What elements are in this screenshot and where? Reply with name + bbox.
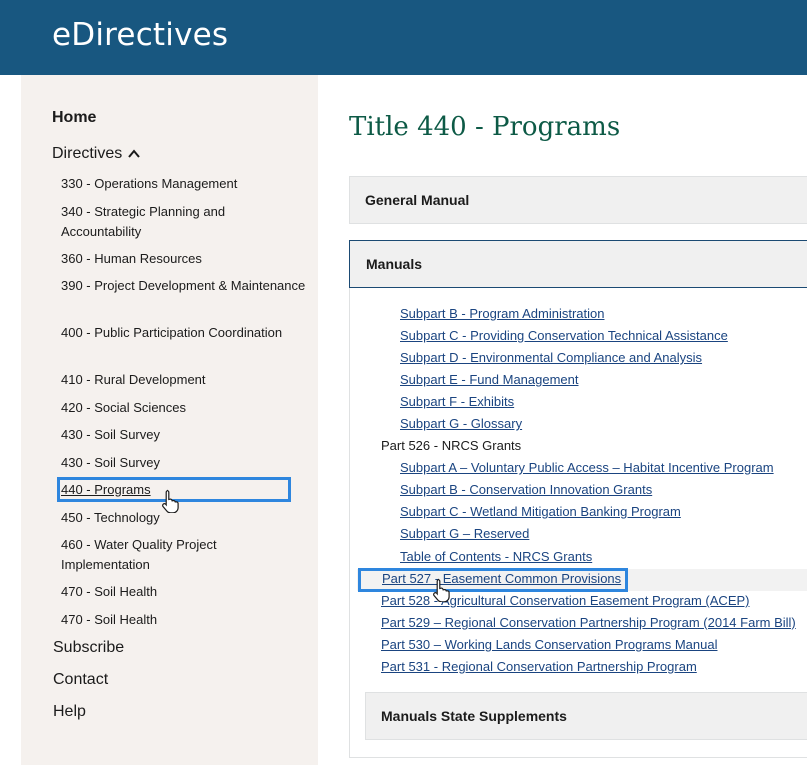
sidebar-item-470-b[interactable]: 470 - Soil Health: [61, 610, 306, 630]
sidebar-home-link[interactable]: Home: [52, 109, 96, 127]
sidebar-help-link[interactable]: Help: [53, 703, 86, 721]
manual-link-subpart-b-admin[interactable]: Subpart B - Program Administration: [400, 306, 604, 321]
sidebar-nav: Home Directives 330 - Operations Managem…: [21, 75, 318, 765]
page-title: Title 440 - Programs: [349, 112, 621, 142]
sidebar-item-430-a[interactable]: 430 - Soil Survey: [61, 425, 306, 445]
manuals-accordion[interactable]: Manuals: [349, 240, 807, 288]
general-manual-accordion[interactable]: General Manual: [349, 176, 807, 224]
hand-pointer-icon: [433, 578, 450, 602]
manual-link-subpart-c-wetland[interactable]: Subpart C - Wetland Mitigation Banking P…: [400, 504, 681, 519]
chevron-up-icon: [128, 149, 141, 158]
manual-link-subpart-b-innovation[interactable]: Subpart B - Conservation Innovation Gran…: [400, 482, 652, 497]
manual-link-subpart-g-glossary[interactable]: Subpart G - Glossary: [400, 416, 522, 431]
sidebar-directives-toggle[interactable]: Directives: [52, 145, 141, 163]
manual-link-part-530[interactable]: Part 530 – Working Lands Conservation Pr…: [381, 637, 718, 652]
sidebar-item-470-a[interactable]: 470 - Soil Health: [61, 582, 306, 602]
general-manual-label: General Manual: [365, 192, 470, 208]
site-brand[interactable]: eDirectives: [52, 17, 228, 53]
target-link-highlight: [358, 568, 628, 592]
hand-pointer-icon: [162, 489, 179, 513]
manual-link-subpart-d-environmental[interactable]: Subpart D - Environmental Compliance and…: [400, 350, 702, 365]
sidebar-item-400[interactable]: 400 - Public Participation Coordination: [61, 323, 306, 343]
sidebar-item-420[interactable]: 420 - Social Sciences: [61, 398, 306, 418]
manual-link-subpart-f-exhibits[interactable]: Subpart F - Exhibits: [400, 394, 514, 409]
sidebar-directives-label: Directives: [52, 145, 123, 162]
manual-part-526-heading: Part 526 - NRCS Grants: [381, 438, 522, 453]
sidebar-subscribe-link[interactable]: Subscribe: [53, 639, 124, 657]
sidebar-item-460[interactable]: 460 - Water Quality Project Implementati…: [61, 535, 306, 575]
sidebar-contact-link[interactable]: Contact: [53, 671, 108, 689]
manuals-state-supplements-accordion[interactable]: Manuals State Supplements: [365, 692, 807, 740]
site-header: eDirectives: [0, 0, 807, 75]
manual-link-subpart-a-vpa[interactable]: Subpart A – Voluntary Public Access – Ha…: [400, 460, 774, 475]
manual-link-part-531[interactable]: Part 531 - Regional Conservation Partner…: [381, 659, 697, 674]
sidebar-item-430-b[interactable]: 430 - Soil Survey: [61, 453, 306, 473]
sidebar-item-360[interactable]: 360 - Human Resources: [61, 249, 306, 269]
manual-link-subpart-g-reserved[interactable]: Subpart G – Reserved: [400, 526, 529, 541]
manuals-label: Manuals: [366, 256, 423, 272]
sidebar-item-450[interactable]: 450 - Technology: [61, 508, 306, 528]
manual-link-subpart-c-technical[interactable]: Subpart C - Providing Conservation Techn…: [400, 328, 728, 343]
manual-link-part-529[interactable]: Part 529 – Regional Conservation Partner…: [381, 615, 796, 630]
manuals-state-supplements-label: Manuals State Supplements: [381, 708, 567, 724]
manual-link-subpart-e-fund[interactable]: Subpart E - Fund Management: [400, 372, 579, 387]
sidebar-item-410[interactable]: 410 - Rural Development: [61, 370, 306, 390]
sidebar-item-390[interactable]: 390 - Project Development & Maintenance: [61, 276, 306, 296]
sidebar-item-330[interactable]: 330 - Operations Management: [61, 174, 306, 194]
manual-link-toc-grants[interactable]: Table of Contents - NRCS Grants: [400, 549, 592, 564]
sidebar-item-340[interactable]: 340 - Strategic Planning and Accountabil…: [61, 202, 306, 242]
